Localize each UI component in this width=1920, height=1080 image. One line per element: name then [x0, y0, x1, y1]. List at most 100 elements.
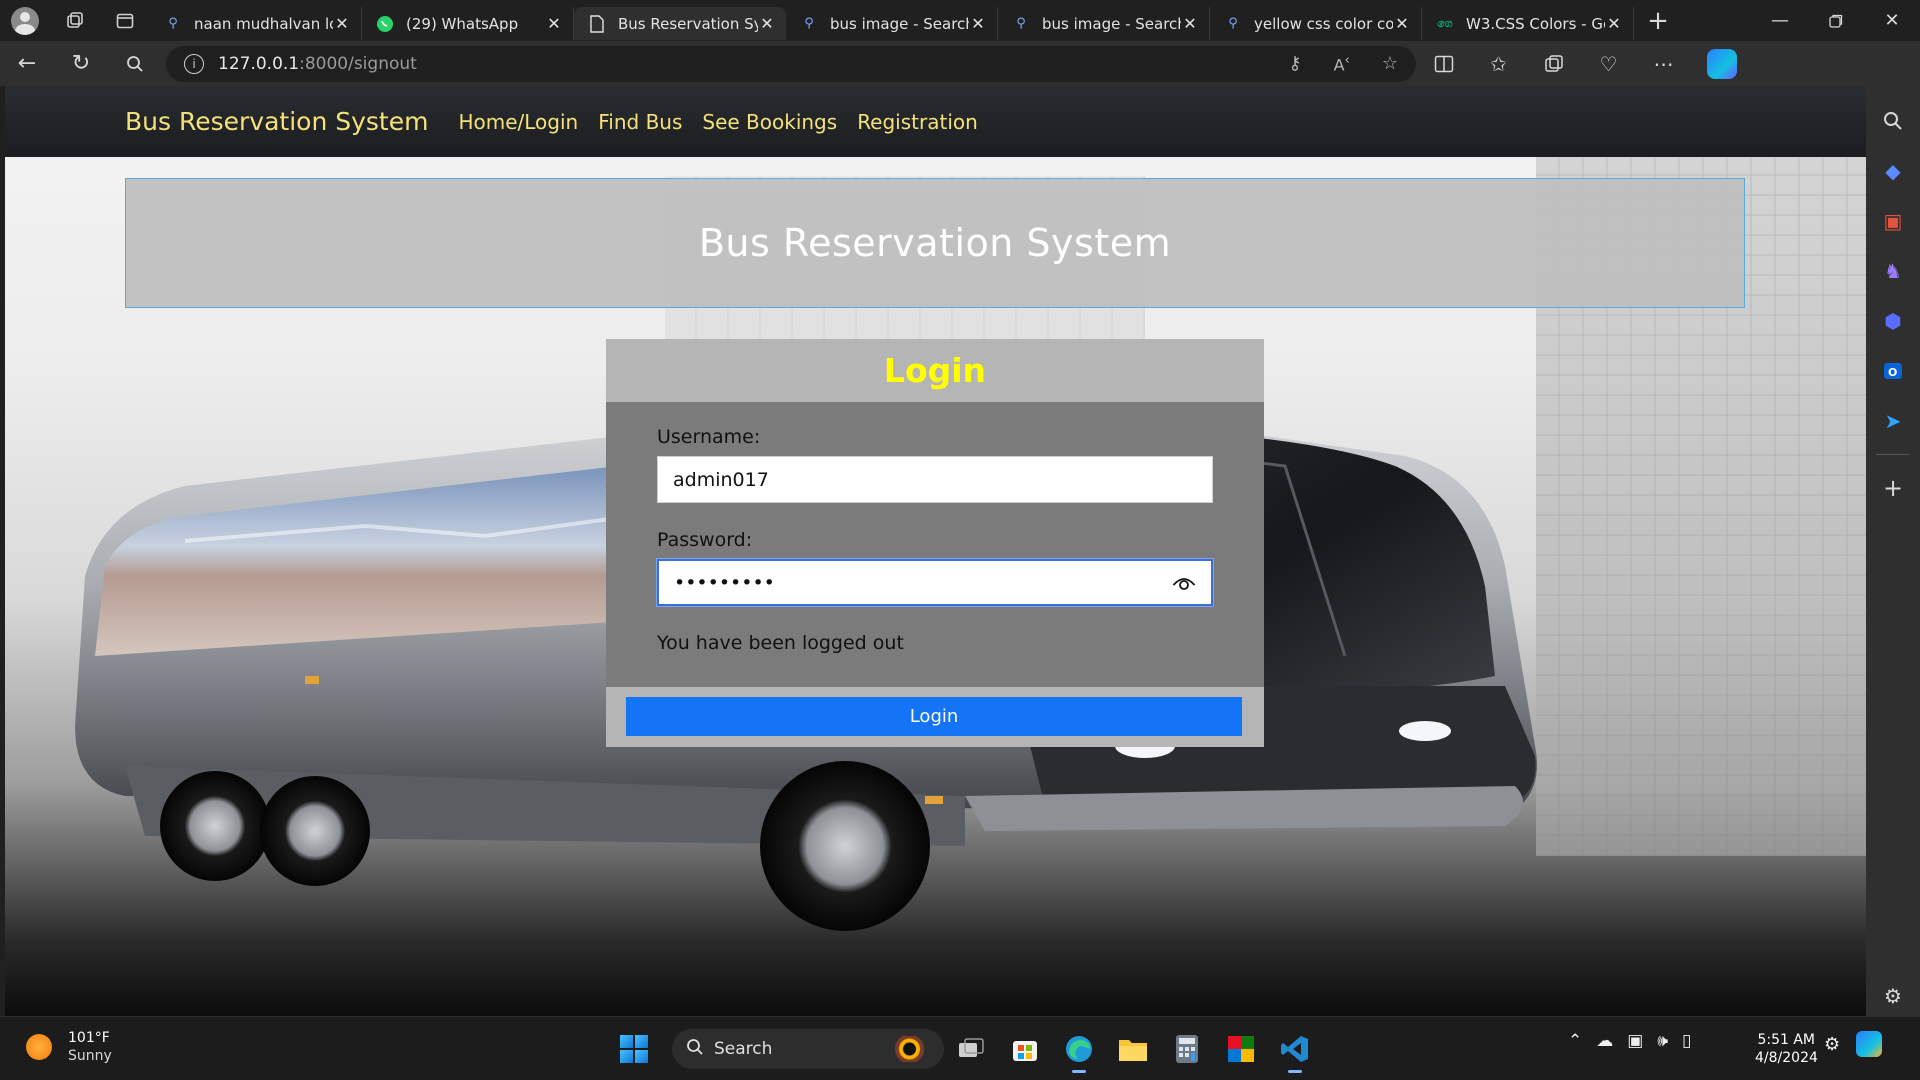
show-hidden-icons-chevron-icon[interactable]: ⌃	[1568, 1031, 1582, 1051]
minimize-icon[interactable]: —	[1752, 0, 1808, 41]
whatsapp-favicon-icon	[376, 15, 394, 33]
password-input[interactable]	[674, 571, 1169, 594]
login-card-header: Login	[606, 339, 1264, 402]
outlook-icon[interactable]: O	[1873, 346, 1913, 396]
tools-briefcase-icon[interactable]: ▣	[1873, 196, 1913, 246]
nav-link-see-bookings[interactable]: See Bookings	[702, 110, 837, 134]
search-icon	[686, 1038, 704, 1061]
tab-yellow-css[interactable]: ⚲ yellow css color coc ✕	[1210, 7, 1422, 40]
back-arrow-icon[interactable]: ←	[0, 41, 54, 86]
add-sidebar-app-icon[interactable]: +	[1873, 463, 1913, 513]
tab-title: (29) WhatsApp	[406, 14, 519, 33]
workspaces-icon[interactable]	[50, 0, 100, 41]
windows-taskbar: 101°F Sunny Search ⌃ ☁ ▣ 🕪 ▯ 5:51 AM 4/8…	[0, 1016, 1920, 1080]
collections-icon[interactable]	[1526, 41, 1581, 86]
site-info-icon[interactable]: i	[184, 53, 204, 74]
login-form: Username: Password: You have been logged…	[606, 402, 1264, 687]
svg-text:O: O	[1888, 366, 1897, 379]
microsoft-store-icon[interactable]	[998, 1025, 1052, 1073]
url-path: :8000/signout	[299, 53, 417, 74]
onedrive-cloud-icon[interactable]: ☁	[1596, 1031, 1613, 1051]
file-explorer-icon[interactable]	[1106, 1025, 1160, 1073]
volume-icon[interactable]: 🕪	[1657, 1031, 1668, 1051]
games-icon[interactable]: ♞	[1873, 246, 1913, 296]
search-favicon-icon: ⚲	[1016, 16, 1026, 31]
color-grid-app-icon[interactable]	[1214, 1025, 1268, 1073]
tab-bus-image-search-1[interactable]: ⚲ bus image - Search ✕	[786, 7, 998, 40]
password-key-icon[interactable]: ⚷	[1288, 53, 1301, 74]
taskbar-search-box[interactable]: Search	[672, 1029, 944, 1069]
start-windows-icon[interactable]	[610, 1025, 658, 1073]
network-display-icon[interactable]: ▣	[1627, 1031, 1643, 1051]
weather-widget[interactable]: 101°F Sunny	[26, 1029, 112, 1065]
close-tab-icon[interactable]: ✕	[969, 14, 987, 33]
nav-link-registration[interactable]: Registration	[857, 110, 978, 134]
calculator-icon[interactable]	[1160, 1025, 1214, 1073]
edge-browser-icon[interactable]	[1052, 1025, 1106, 1073]
tab-bus-reservation[interactable]: Bus Reservation Sys ✕	[574, 7, 786, 40]
tab-naan-mudhalvan[interactable]: ⚲ naan mudhalvan lo ✕	[150, 7, 362, 40]
close-tab-icon[interactable]: ✕	[333, 14, 351, 33]
page-title: Bus Reservation System	[698, 221, 1172, 265]
page-header-panel: Bus Reservation System	[125, 178, 1745, 308]
weather-description: Sunny	[68, 1048, 112, 1064]
close-tab-icon[interactable]: ✕	[1605, 14, 1623, 33]
browser-essentials-icon[interactable]: ♡	[1581, 41, 1636, 86]
copilot-preview-icon[interactable]	[1856, 1031, 1883, 1057]
reload-icon[interactable]: ↻	[54, 41, 108, 86]
clock-date: 4/8/2024	[1755, 1050, 1818, 1066]
sidebar-divider	[1876, 454, 1910, 455]
username-input[interactable]	[673, 468, 1212, 491]
close-window-icon[interactable]: ✕	[1864, 0, 1920, 41]
more-options-icon[interactable]: ⋯	[1636, 41, 1691, 86]
tab-w3css-colors[interactable]: ගෙ W3.CSS Colors - Ge ✕	[1422, 7, 1634, 40]
copilot-designer-icon[interactable]: ⬢	[1873, 296, 1913, 346]
copilot-icon[interactable]	[1707, 48, 1737, 79]
task-view-icon[interactable]	[944, 1025, 998, 1073]
close-tab-icon[interactable]: ✕	[758, 14, 776, 33]
tab-whatsapp[interactable]: (29) WhatsApp ✕	[362, 7, 574, 40]
tab-bus-image-search-2[interactable]: ⚲ bus image - Search ✕	[998, 7, 1210, 40]
close-tab-icon[interactable]: ✕	[545, 14, 563, 33]
split-screen-icon[interactable]	[1416, 41, 1471, 86]
site-navbar: Bus Reservation System Home/Login Find B…	[5, 86, 1866, 157]
tab-title: naan mudhalvan lo	[194, 14, 333, 33]
sidebar-settings-gear-icon[interactable]: ⚙	[1884, 984, 1902, 1008]
favorite-star-icon[interactable]: ☆	[1382, 53, 1398, 74]
taskbar-clock[interactable]: 5:51 AM 4/8/2024	[1755, 1031, 1818, 1067]
search-favicon-icon: ⚲	[168, 16, 178, 31]
vscode-icon[interactable]	[1268, 1025, 1322, 1073]
sun-icon	[26, 1034, 52, 1060]
tab-title: Bus Reservation Sys	[618, 14, 758, 33]
search-highlight-eclipse-icon	[882, 1036, 932, 1062]
clock-time: 5:51 AM	[1757, 1032, 1815, 1048]
tab-actions-icon[interactable]	[100, 0, 150, 41]
favorites-icon[interactable]: ✩	[1471, 41, 1526, 86]
password-field-wrapper	[657, 559, 1213, 606]
url-field[interactable]: i 127.0.0.1:8000/signout ⚷ A‹ ☆	[166, 45, 1416, 82]
show-password-eye-icon[interactable]	[1169, 568, 1199, 598]
url-host: 127.0.0.1	[218, 53, 300, 74]
taskbar-search-placeholder: Search	[714, 1039, 773, 1059]
login-card-footer: Login	[606, 687, 1264, 747]
read-aloud-icon[interactable]: A‹	[1334, 53, 1350, 74]
nav-link-home-login[interactable]: Home/Login	[458, 110, 578, 134]
login-button[interactable]: Login	[626, 697, 1242, 736]
search-icon[interactable]	[108, 41, 162, 86]
drop-send-icon[interactable]: ➤	[1873, 396, 1913, 446]
edge-sidebar: ◆ ▣ ♞ ⬢ O ➤ + ⚙	[1866, 86, 1920, 1016]
notifications-gear-icon[interactable]: ⚙	[1824, 1034, 1840, 1055]
login-title: Login	[883, 351, 987, 390]
profile-button[interactable]	[0, 0, 50, 41]
shopping-tag-icon[interactable]: ◆	[1873, 146, 1913, 196]
site-brand[interactable]: Bus Reservation System	[125, 107, 428, 136]
battery-icon[interactable]: ▯	[1682, 1031, 1691, 1051]
close-tab-icon[interactable]: ✕	[1181, 14, 1199, 33]
tab-title: W3.CSS Colors - Ge	[1466, 14, 1605, 33]
username-field-wrapper	[657, 456, 1213, 503]
close-tab-icon[interactable]: ✕	[1393, 14, 1411, 33]
restore-icon[interactable]	[1808, 0, 1864, 41]
nav-link-find-bus[interactable]: Find Bus	[598, 110, 682, 134]
new-tab-button[interactable]: +	[1634, 0, 1682, 41]
sidebar-search-icon[interactable]	[1873, 96, 1913, 146]
